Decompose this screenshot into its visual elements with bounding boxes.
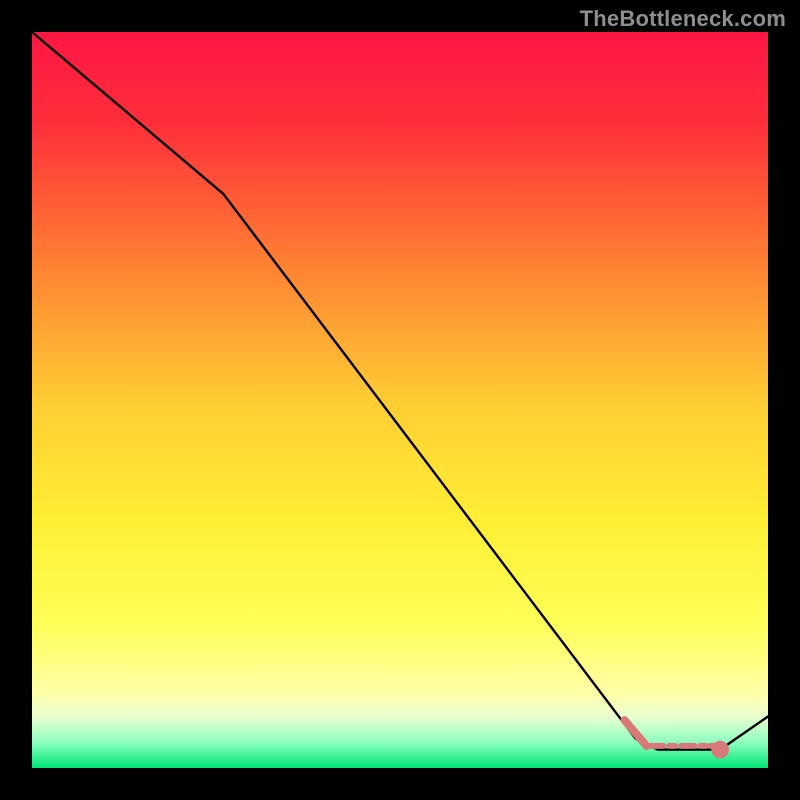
chart-background	[32, 32, 768, 768]
watermark-text: TheBottleneck.com	[580, 6, 786, 32]
plot-area	[32, 32, 768, 768]
chart-svg	[32, 32, 768, 768]
chart-frame: TheBottleneck.com	[0, 0, 800, 800]
marker-end-dot	[711, 741, 729, 759]
